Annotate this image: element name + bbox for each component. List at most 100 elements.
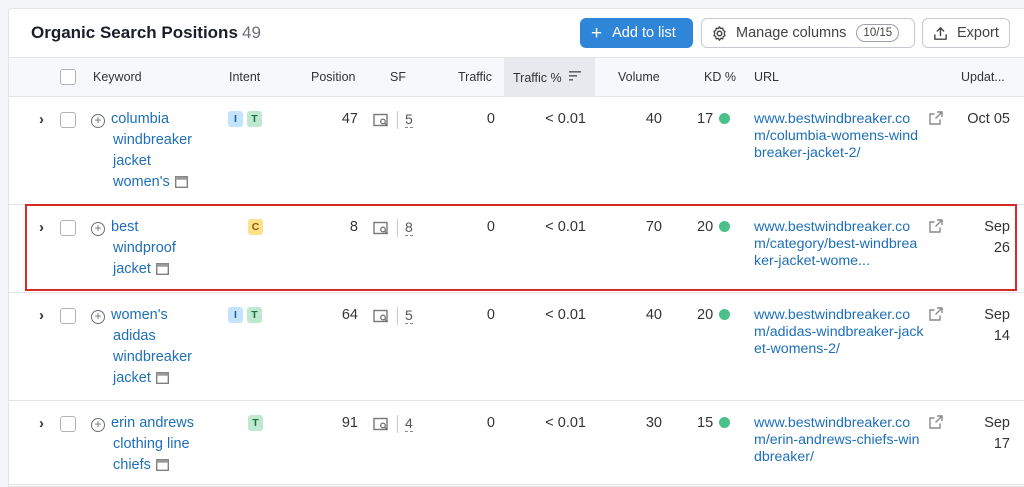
keyword-text: clothing line [113, 436, 190, 452]
row-checkbox[interactable] [60, 308, 76, 324]
traffic-pct-value: < 0.01 [545, 111, 586, 127]
updated-cell: Sep 14 [949, 305, 1010, 347]
serp-features[interactable]: 5 [373, 307, 413, 325]
sort-icon [569, 71, 582, 81]
manage-columns-label: Manage columns [736, 25, 847, 41]
keyword-text: women's [113, 174, 170, 190]
keyword-link[interactable]: + erin andrews clothing line chiefs [91, 413, 201, 476]
intent-badges: T [248, 415, 263, 431]
keyword-link[interactable]: + women's adidas windbreaker jacket [91, 305, 201, 389]
column-keyword[interactable]: Keyword [93, 70, 142, 84]
column-volume[interactable]: Volume [618, 70, 660, 84]
page-title: Organic Search Positions [31, 23, 238, 42]
volume-value: 40 [645, 111, 662, 127]
select-all-checkbox[interactable] [60, 69, 76, 85]
add-to-list-label: Add to list [612, 25, 676, 41]
kd-difficulty-dot [719, 417, 731, 428]
column-traffic-pct-label: Traffic % [513, 71, 562, 85]
circle-plus-icon[interactable]: + [91, 114, 105, 128]
column-url[interactable]: URL [754, 70, 779, 84]
column-traffic-pct[interactable]: Traffic % [513, 70, 582, 85]
gear-icon [713, 25, 726, 41]
chevron-right-icon[interactable]: › [39, 307, 44, 324]
kd-value: 17 [697, 111, 714, 127]
serp-features-icon [373, 417, 388, 431]
keyword-link[interactable]: + columbia windbreaker jacket women's [91, 109, 201, 193]
traffic-pct-value: < 0.01 [545, 415, 586, 431]
row-checkbox[interactable] [60, 416, 76, 432]
kd-cell: 15 [697, 415, 731, 431]
manage-columns-button[interactable]: Manage columns 10/15 [701, 18, 915, 48]
serp-features[interactable]: 4 [373, 415, 413, 433]
export-label: Export [957, 25, 999, 41]
volume-value: 30 [645, 415, 662, 431]
add-to-list-button[interactable]: + Add to list [580, 18, 693, 48]
kd-value: 15 [697, 415, 714, 431]
table-row[interactable]: › + erin andrews clothing line chiefs T 91 4 0 < … [9, 401, 1024, 485]
intent-badge: I [228, 111, 243, 127]
intent-badge: I [228, 307, 243, 323]
updated-text: Oct 05 [967, 111, 1010, 127]
sf-count[interactable]: 4 [405, 416, 413, 432]
column-sf[interactable]: SF [390, 70, 406, 84]
circle-plus-icon[interactable]: + [91, 310, 105, 324]
chevron-right-icon[interactable]: › [39, 111, 44, 128]
result-count: 49 [242, 23, 261, 42]
traffic-value: 0 [486, 415, 495, 431]
keyword-text: chiefs [113, 457, 151, 473]
keyword-text: jacket [113, 370, 151, 386]
position-value: 91 [341, 415, 358, 431]
external-link-icon[interactable] [929, 307, 943, 321]
column-position[interactable]: Position [311, 70, 355, 84]
volume-value: 40 [645, 307, 662, 323]
serp-preview-icon[interactable] [155, 372, 169, 384]
traffic-pct-value: < 0.01 [545, 307, 586, 323]
keyword-text: erin andrews [111, 415, 195, 431]
serp-features[interactable]: 5 [373, 111, 413, 129]
sf-separator [397, 307, 398, 325]
kd-cell: 17 [697, 111, 731, 127]
intent-badge: T [247, 111, 262, 127]
kd-difficulty-dot [719, 309, 731, 320]
url-link[interactable]: www.bestwindbreaker.com/erin-andrews-chi… [754, 415, 924, 466]
column-updated[interactable]: Updat... [961, 70, 1005, 84]
column-intent[interactable]: Intent [229, 70, 260, 84]
chevron-right-icon[interactable]: › [39, 415, 44, 432]
table-row[interactable]: › + columbia windbreaker jacket women's I T 47 5 0… [9, 97, 1024, 205]
keyword-text: adidas [113, 328, 156, 344]
serp-preview-icon[interactable] [174, 176, 188, 188]
intent-badges: IT [228, 307, 262, 323]
kd-cell: 20 [697, 307, 731, 323]
keyword-text: women's [111, 307, 168, 323]
url-link[interactable]: www.bestwindbreaker.com/columbia-womens-… [754, 111, 924, 162]
export-icon [934, 26, 947, 40]
updated-text: Sep [984, 415, 1010, 431]
external-link-icon[interactable] [929, 111, 943, 125]
updated-text: Sep [984, 307, 1010, 323]
row-checkbox[interactable] [60, 112, 76, 128]
sf-count[interactable]: 5 [405, 308, 413, 324]
serp-preview-icon[interactable] [155, 459, 169, 471]
traffic-value: 0 [486, 307, 495, 323]
export-button[interactable]: Export [922, 18, 1010, 48]
intent-badges: IT [228, 111, 262, 127]
sf-count[interactable]: 5 [405, 112, 413, 128]
serp-features-icon [373, 113, 388, 127]
updated-text: 17 [993, 436, 1010, 452]
url-link[interactable]: www.bestwindbreaker.com/adidas-windbreak… [754, 307, 924, 358]
sf-separator [397, 111, 398, 129]
external-link-icon[interactable] [929, 415, 943, 429]
updated-cell: Sep 17 [949, 413, 1010, 455]
column-traffic[interactable]: Traffic [458, 70, 492, 84]
table-row[interactable]: › + women's adidas windbreaker jacket I T 64 5 0 < … [9, 293, 1024, 401]
circle-plus-icon[interactable]: + [91, 418, 105, 432]
table-header: Keyword Intent Position SF Traffic Traff… [9, 57, 1024, 97]
column-kd[interactable]: KD % [704, 70, 736, 84]
updated-cell: Oct 05 [949, 109, 1010, 130]
highlight-box [25, 204, 1017, 291]
columns-count-badge: 10/15 [856, 24, 900, 42]
traffic-value: 0 [486, 111, 495, 127]
position-value: 64 [341, 307, 358, 323]
intent-badge: T [248, 415, 263, 431]
serp-features-icon [373, 309, 388, 323]
